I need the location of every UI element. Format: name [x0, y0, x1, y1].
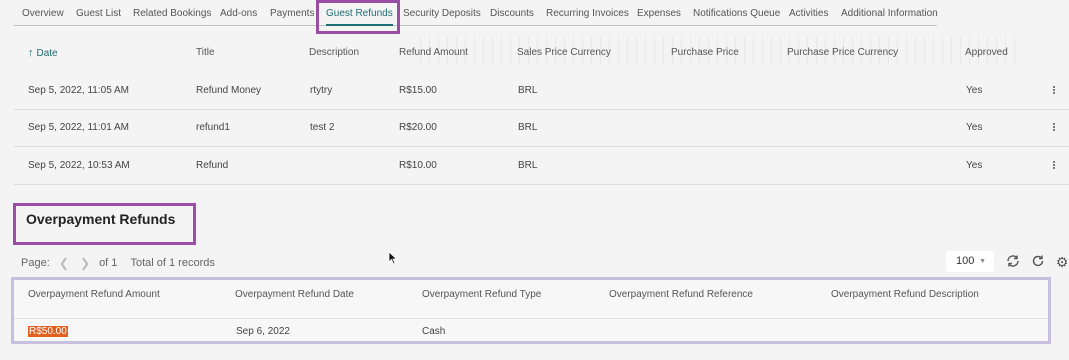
cell-title: refund1	[196, 122, 230, 133]
cell-currency: BRL	[518, 160, 538, 171]
page-label: Page:	[21, 257, 50, 269]
column-header-sales-price-currency[interactable]: Sales Price Currency	[517, 47, 611, 58]
cell-description: rtytry	[310, 85, 333, 96]
column-header-date[interactable]: ↑ Date	[28, 47, 58, 59]
overpayment-table	[11, 277, 1051, 344]
cell-approved: Yes	[966, 160, 983, 171]
gear-icon[interactable]: ⚙	[1054, 254, 1069, 270]
total-records-text: Total of 1 records	[130, 257, 215, 269]
cell-title: Refund	[196, 160, 229, 171]
tab-payments[interactable]: Payments	[270, 4, 314, 25]
column-header-description[interactable]: Description	[309, 47, 359, 58]
tab-guest-list[interactable]: Guest List	[76, 4, 121, 25]
table-row[interactable]: Sep 5, 2022, 11:05 AM Refund Money rtytr…	[14, 72, 1069, 110]
table-row[interactable]: Sep 5, 2022, 11:01 AM refund1 test 2 R$2…	[14, 109, 1069, 147]
column-header-purchase-price[interactable]: Purchase Price	[671, 47, 739, 58]
tab-add-ons[interactable]: Add-ons	[220, 4, 257, 25]
section-title: Overpayment Refunds	[26, 211, 176, 227]
cell-refund-amount: R$20.00	[399, 122, 437, 133]
tab-security-deposits[interactable]: Security Deposits	[403, 4, 481, 25]
tab-overview[interactable]: Overview	[22, 4, 64, 25]
column-header-overpayment-reference[interactable]: Overpayment Refund Reference	[609, 289, 753, 300]
cell-currency: BRL	[518, 85, 538, 96]
tab-discounts[interactable]: Discounts	[490, 4, 534, 25]
row-menu-icon[interactable]	[1050, 122, 1058, 134]
table-row[interactable]: Sep 5, 2022, 10:53 AM Refund R$10.00 BRL…	[14, 147, 1069, 185]
column-header-overpayment-amount[interactable]: Overpayment Refund Amount	[28, 289, 160, 300]
chevron-left-icon[interactable]: ❮	[59, 256, 69, 270]
row-menu-icon[interactable]	[1050, 160, 1058, 172]
cell-approved: Yes	[966, 122, 983, 133]
column-header-refund-amount[interactable]: Refund Amount	[399, 47, 468, 58]
pagination: Page: ❮ ❯ of 1 Total of 1 records	[21, 256, 215, 270]
cell-overpayment-amount[interactable]: R$50.00	[28, 326, 68, 337]
cell-overpayment-date[interactable]: Sep 6, 2022	[236, 326, 290, 337]
tab-related-bookings[interactable]: Related Bookings	[133, 4, 211, 25]
page-size-select[interactable]: 100 ▼	[946, 251, 994, 272]
mouse-cursor-icon	[388, 251, 398, 265]
column-header-purchase-price-currency[interactable]: Purchase Price Currency	[787, 47, 898, 58]
chevron-right-icon[interactable]: ❯	[80, 256, 90, 270]
tab-bar: Overview Guest List Related Bookings Add…	[14, 4, 938, 26]
column-header-overpayment-description[interactable]: Overpayment Refund Description	[831, 289, 979, 300]
column-header-overpayment-type[interactable]: Overpayment Refund Type	[422, 289, 541, 300]
cell-date: Sep 5, 2022, 11:01 AM	[28, 122, 130, 133]
cell-title: Refund Money	[196, 85, 262, 96]
cell-date: Sep 5, 2022, 10:53 AM	[28, 160, 130, 171]
annotation-highlight-tab	[316, 0, 400, 34]
column-header-overpayment-date[interactable]: Overpayment Refund Date	[235, 289, 354, 300]
tab-additional-information[interactable]: Additional Information	[841, 4, 938, 25]
sync-icon[interactable]	[1005, 254, 1021, 270]
cell-approved: Yes	[966, 85, 983, 96]
tab-expenses[interactable]: Expenses	[637, 4, 681, 25]
tab-activities[interactable]: Activities	[789, 4, 828, 25]
arrow-up-icon: ↑	[28, 47, 34, 59]
column-header-title[interactable]: Title	[196, 47, 215, 58]
column-header-approved[interactable]: Approved	[965, 47, 1008, 58]
row-menu-icon[interactable]	[1050, 85, 1058, 97]
cell-date: Sep 5, 2022, 11:05 AM	[28, 85, 130, 96]
cell-currency: BRL	[518, 122, 538, 133]
refresh-icon[interactable]	[1030, 254, 1046, 270]
tab-notifications-queue[interactable]: Notifications Queue	[693, 4, 780, 25]
cell-overpayment-type[interactable]: Cash	[422, 326, 445, 337]
cell-description: test 2	[310, 122, 335, 133]
tab-recurring-invoices[interactable]: Recurring Invoices	[546, 4, 629, 25]
page-of-text: of 1	[99, 257, 118, 269]
divider	[14, 318, 1048, 319]
caret-down-icon: ▼	[979, 258, 986, 265]
cell-refund-amount: R$15.00	[399, 85, 437, 96]
cell-refund-amount: R$10.00	[399, 160, 437, 171]
